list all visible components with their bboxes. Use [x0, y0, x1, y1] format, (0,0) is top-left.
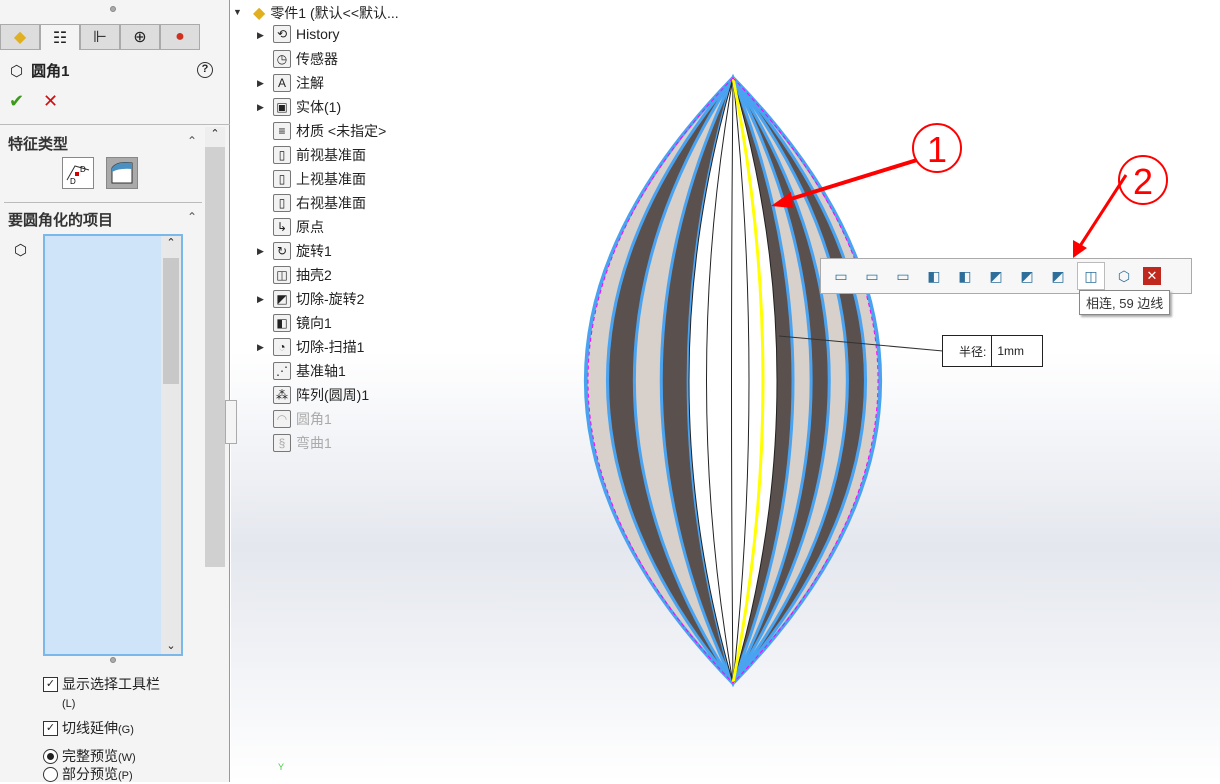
select-loop-3-icon[interactable]: ▭	[891, 264, 915, 288]
divider	[0, 124, 230, 125]
feature-title: ⬡ 圆角1	[10, 60, 69, 81]
select-feature-icon[interactable]: ◩	[984, 264, 1008, 288]
radio[interactable]	[43, 749, 58, 764]
tab-property-manager[interactable]: ☷	[40, 24, 80, 50]
panel-scrollbar[interactable]: ⌃	[205, 127, 225, 567]
option-partial-preview[interactable]: 部分预览(P)	[43, 764, 133, 784]
list-resize-handle[interactable]	[110, 657, 116, 663]
svg-text:D: D	[80, 165, 86, 174]
section-feature-type: 特征类型	[8, 136, 69, 153]
graphics-area[interactable]: ▼ ◆ 零件1 (默认<<默认... ▶ ⟲ History ◷ 传感器 ▶ A 注解 ▶ ▣ 实体(…	[225, 0, 1220, 782]
dimxpert-icon: ⊕	[133, 29, 147, 46]
select-body-icon[interactable]: ⬡	[1112, 264, 1136, 288]
select-connected-icon[interactable]: ◫	[1077, 262, 1105, 290]
edge-selection-icon: ⬡	[14, 242, 28, 259]
annotation-number-2: 2	[1133, 161, 1153, 202]
selection-toolbar: ▭ ▭ ▭ ◧ ◧ ◩ ◩ ◩ ◫ ⬡ ✕	[820, 258, 1192, 294]
configuration-manager-icon: ⊩	[93, 29, 107, 46]
collapse-feature-type[interactable]: ⌃	[187, 134, 197, 148]
checkbox[interactable]: ✓	[43, 721, 58, 736]
tooltip: 相连, 59 边线	[1079, 290, 1171, 315]
panel-splitter-handle[interactable]	[110, 6, 116, 12]
select-face-icon[interactable]: ◧	[922, 264, 946, 288]
tab-configuration-manager[interactable]: ⊩	[80, 24, 120, 50]
select-loop-icon[interactable]: ▭	[829, 264, 853, 288]
triad-y-label: Y	[278, 762, 284, 772]
annotation-number-1: 1	[927, 129, 947, 170]
radius-dimension-callout[interactable]: 半径: 1mm	[942, 335, 1044, 367]
ok-button[interactable]: ✔	[9, 91, 24, 112]
property-manager-panel: ◆ ☷ ⊩ ⊕ ● ⬡ 圆角1 ? ✔ ✕ ⌃ 特征类型 ⌃ DD 要圆角化的项目…	[0, 0, 230, 782]
section-items-to-fillet: 要圆角化的项目	[8, 212, 114, 229]
tab-feature-manager[interactable]: ◆	[0, 24, 40, 50]
option-full-preview[interactable]: 完整预览(W)	[43, 746, 136, 766]
select-loop-2-icon[interactable]: ▭	[860, 264, 884, 288]
close-toolbar-icon[interactable]: ✕	[1143, 267, 1161, 285]
tab-display-manager[interactable]: ●	[160, 24, 200, 50]
cancel-button[interactable]: ✕	[43, 91, 58, 112]
appearance-icon: ●	[175, 28, 185, 45]
property-manager-icon: ☷	[52, 29, 68, 47]
annotation-arrow-2	[1078, 174, 1128, 247]
collapse-items-to-fillet[interactable]: ⌃	[187, 210, 197, 224]
option-tangent-propagation[interactable]: ✓ 切线延伸(G)	[43, 718, 134, 738]
tab-dimxpert-manager[interactable]: ⊕	[120, 24, 160, 50]
svg-text:D: D	[70, 177, 76, 186]
help-button[interactable]: ?	[197, 62, 213, 78]
checkbox[interactable]: ✓	[43, 677, 58, 692]
radio[interactable]	[43, 767, 58, 782]
fillet-type-constant-button[interactable]	[106, 157, 138, 189]
select-face-2-icon[interactable]: ◧	[953, 264, 977, 288]
radius-label: 半径:	[943, 336, 993, 366]
feature-title-text: 圆角1	[31, 63, 70, 80]
list-scrollbar[interactable]: ⌃ ⌄	[161, 236, 181, 654]
part-icon: ◆	[13, 29, 27, 46]
fillet-icon: ⬡	[10, 62, 24, 80]
model-viewport[interactable]: 1 2 Y	[231, 0, 1220, 782]
edges-selection-list[interactable]: ⌃ ⌄	[43, 234, 183, 656]
divider	[4, 202, 202, 203]
radius-value[interactable]: 1mm	[992, 336, 1042, 366]
option-show-selection-toolbar[interactable]: ✓ 显示选择工具栏 (L)	[43, 674, 160, 710]
3d-model-part[interactable]	[584, 73, 882, 688]
manager-tabs: ◆ ☷ ⊩ ⊕ ●	[0, 24, 201, 50]
select-feature-2-icon[interactable]: ◩	[1015, 264, 1039, 288]
select-feature-3-icon[interactable]: ◩	[1046, 264, 1070, 288]
fillet-type-manual-button[interactable]: DD	[62, 157, 94, 189]
